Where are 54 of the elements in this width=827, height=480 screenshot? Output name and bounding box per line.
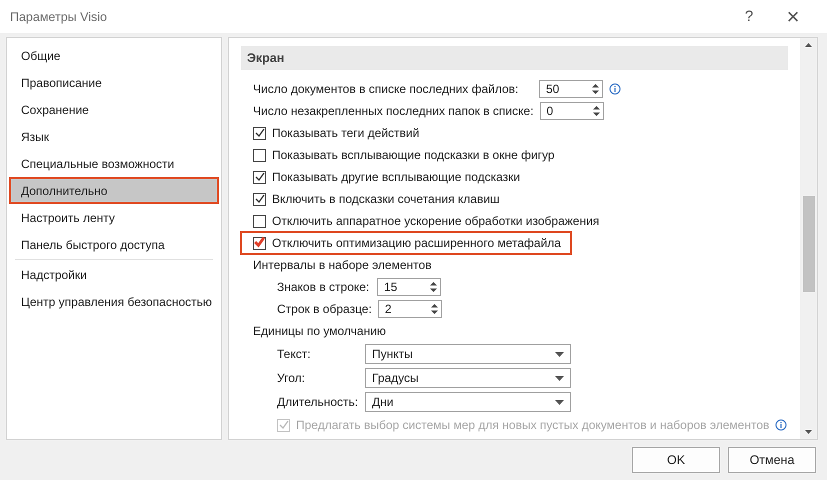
- checkbox-label: Отключить оптимизацию расширенного метафайла: [272, 236, 561, 250]
- sidebar-item[interactable]: Центр управления безопасностью: [9, 288, 219, 315]
- checkbox-label: Отключить аппаратное ускорение обработки изображения: [272, 214, 600, 228]
- dropdown[interactable]: Дни: [365, 392, 571, 412]
- number-field[interactable]: 2: [378, 300, 442, 318]
- checkbox-label: Показывать теги действий: [272, 126, 420, 140]
- sidebar-item[interactable]: Сохранение: [9, 96, 219, 123]
- sidebar-item[interactable]: Специальные возможности: [9, 150, 219, 177]
- checkbox[interactable]: [253, 192, 266, 206]
- field-label: Знаков в строке:: [277, 280, 370, 294]
- spin-arrows-icon[interactable]: [592, 105, 600, 117]
- checkbox-label: Включить в подсказки сочетания клавиш: [272, 192, 500, 206]
- sidebar-item[interactable]: Панель быстрого доступа: [9, 231, 219, 258]
- sidebar-item[interactable]: Язык: [9, 123, 219, 150]
- sidebar-item[interactable]: Дополнительно: [9, 177, 219, 204]
- caret-icon: [555, 376, 564, 380]
- scrollbar[interactable]: [800, 38, 817, 439]
- scroll-thumb[interactable]: [802, 196, 814, 292]
- help-button[interactable]: ?: [727, 8, 771, 25]
- sidebar-item[interactable]: Правописание: [9, 69, 219, 96]
- checkbox[interactable]: [253, 236, 266, 250]
- field-label: Число незакрепленных последних папок в списке:: [253, 104, 534, 118]
- number-field[interactable]: 50: [539, 80, 603, 98]
- sidebar-item[interactable]: Общие: [9, 42, 219, 69]
- field-label: Строк в образце:: [277, 302, 372, 316]
- field-label: Длительность:: [277, 395, 359, 409]
- checkbox-label: Предлагать выбор системы мер для новых пустых документов и наборов элементов: [296, 418, 770, 432]
- checkbox[interactable]: [253, 148, 266, 162]
- caret-icon: [555, 352, 564, 356]
- ok-button[interactable]: OK: [632, 447, 720, 473]
- number-field[interactable]: 15: [377, 278, 441, 296]
- window-title: Параметры Visio: [10, 10, 108, 24]
- cancel-button[interactable]: Отмена: [728, 447, 816, 473]
- checkbox[interactable]: [253, 126, 266, 140]
- number-field[interactable]: 0: [540, 102, 604, 120]
- dropdown[interactable]: Пункты: [365, 344, 571, 364]
- checkbox-label: Показывать всплывающие подсказки в окне фигур: [272, 148, 555, 162]
- checkbox[interactable]: [253, 170, 266, 184]
- sidebar-item[interactable]: Настроить ленту: [9, 204, 219, 231]
- group-heading: Интервалы в наборе элементов: [253, 258, 432, 272]
- checkbox-label: Показывать другие всплывающие подсказки: [272, 170, 520, 184]
- field-label: Текст:: [277, 347, 312, 361]
- close-button[interactable]: ×: [771, 4, 815, 30]
- checkbox[interactable]: [253, 214, 266, 228]
- dropdown[interactable]: Градусы: [365, 368, 571, 388]
- spin-arrows-icon[interactable]: [430, 303, 438, 315]
- field-label: Угол:: [277, 371, 306, 385]
- group-heading: Единицы по умолчанию: [253, 324, 386, 338]
- caret-icon: [555, 400, 564, 404]
- section-header: Экран: [241, 46, 788, 70]
- spin-arrows-icon[interactable]: [592, 83, 599, 95]
- field-label: Число документов в списке последних файлов:: [253, 82, 520, 96]
- sidebar-item[interactable]: Надстройки: [9, 261, 219, 288]
- spin-arrows-icon[interactable]: [430, 281, 437, 293]
